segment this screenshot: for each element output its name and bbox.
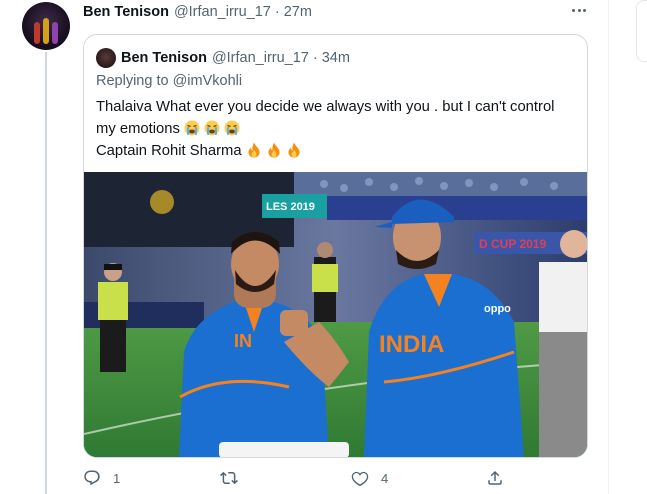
text-line-3-content: Captain Rohit Sharma [96, 143, 242, 159]
quoted-author-name: Ben Tenison [121, 50, 207, 66]
sponsor-text: oppo [484, 303, 511, 315]
author-avatar[interactable] [22, 2, 70, 50]
author-handle[interactable]: @Irfan_irru_17 [174, 4, 271, 20]
like-button[interactable]: 4 [351, 466, 388, 490]
separator: · [312, 50, 318, 66]
reply-count: 1 [113, 470, 121, 486]
jersey-text: INDIA [379, 331, 444, 358]
banner-text-right: D CUP 2019 [479, 237, 546, 251]
text-line-2: my emotions [96, 118, 581, 140]
right-sidebar-edge [608, 0, 647, 494]
replying-label: Replying to [96, 73, 169, 89]
loudly-crying-face-icon [224, 120, 240, 136]
retweet-button[interactable] [220, 466, 250, 490]
separator: · [274, 4, 280, 20]
text-line-3: Captain Rohit Sharma [96, 140, 581, 162]
tweet-header: Ben Tenison @Irfan_irru_17 · 27m [83, 3, 312, 21]
quoted-timestamp: 34m [321, 50, 350, 66]
replying-mention: @imVkohli [172, 73, 243, 89]
fire-emoji-group [246, 142, 306, 159]
replying-to: Replying to @imVkohli [96, 73, 242, 89]
tweet-photo[interactable]: LES 2019 D CUP 2019 IN INDIA oppo [84, 172, 587, 457]
action-bar: 1 4 [83, 466, 588, 490]
like-count: 4 [381, 470, 389, 486]
tweet[interactable]: Ben Tenison @Irfan_irru_17 · 27m Ben Ten… [0, 0, 608, 494]
author-name[interactable]: Ben Tenison [83, 4, 169, 20]
photo-illustration: LES 2019 D CUP 2019 IN INDIA oppo [84, 172, 587, 457]
reply-icon [84, 470, 100, 486]
quoted-author-avatar [96, 48, 116, 68]
quoted-author-handle: @Irfan_irru_17 [211, 50, 309, 66]
svg-text:IN: IN [234, 331, 252, 351]
fire-icon [248, 142, 260, 158]
crying-emoji-group [184, 120, 244, 137]
quoted-tweet[interactable]: Ben Tenison @Irfan_irru_17 · 34m Replyin… [83, 34, 588, 458]
heart-icon [351, 471, 369, 487]
text-line-1: Thalaiva What ever you decide we always … [96, 99, 555, 115]
more-options-icon[interactable] [567, 0, 591, 20]
right-sidebar-card [636, 0, 647, 62]
fire-icon [268, 142, 280, 158]
person-right [539, 230, 587, 457]
loudly-crying-face-icon [184, 120, 200, 136]
banner-text-left: LES 2019 [266, 201, 315, 213]
text-line-2-content: my emotions [96, 121, 180, 137]
timestamp[interactable]: 27m [284, 4, 312, 20]
quoted-tweet-text: Thalaiva What ever you decide we always … [96, 96, 581, 162]
quoted-tweet-header: Ben Tenison @Irfan_irru_17 · 34m [96, 48, 350, 68]
reply-button[interactable]: 1 [83, 466, 120, 490]
thread-line [45, 52, 47, 494]
fire-icon [288, 142, 300, 158]
retweet-icon [220, 471, 238, 485]
share-button[interactable] [486, 466, 504, 490]
loudly-crying-face-icon [204, 120, 220, 136]
share-icon [488, 470, 502, 485]
